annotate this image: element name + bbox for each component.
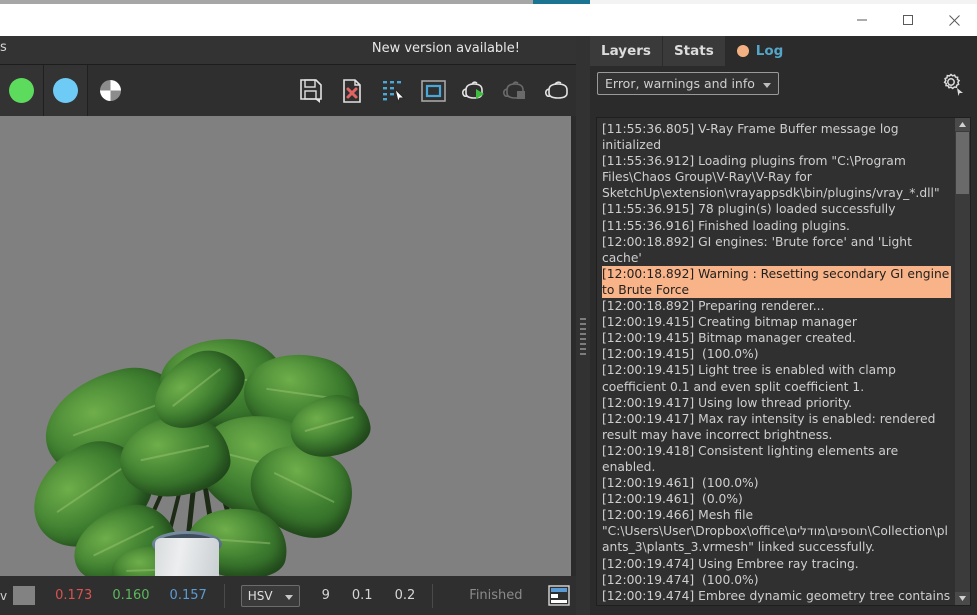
log-line: [12:00:19.466] Mesh file "C:\Users\User\…	[602, 508, 948, 555]
pixel-color-swatch	[13, 586, 36, 605]
channel-alpha-color-button[interactable]	[44, 65, 88, 116]
vfb-menubar: s New version available!	[0, 36, 580, 65]
log-line: [12:00:19.417] Max ray intensity is enab…	[602, 411, 940, 442]
gear-icon[interactable]	[940, 72, 966, 96]
frame-region-button[interactable]	[413, 65, 454, 116]
statusbar-value-1: 9	[321, 588, 330, 603]
chevron-down-icon	[284, 589, 293, 603]
render-stop-button[interactable]	[495, 65, 536, 116]
close-button[interactable]	[931, 4, 977, 36]
green-dot-icon	[9, 78, 34, 103]
pie-contrast-icon	[99, 80, 121, 101]
panel-tabs: Layers Stats Log	[590, 36, 796, 66]
log-line: [12:00:19.415] Bitmap manager created.	[602, 331, 856, 346]
log-line: [12:00:18.892] Preparing renderer...	[602, 299, 825, 314]
vfb-statusbar: v 0.173 0.160 0.157 HSV 9 0.1 0.2 Finish…	[0, 576, 580, 615]
pixel-green-value: 0.160	[112, 588, 150, 603]
log-status-dot-icon	[736, 45, 749, 57]
log-line: [12:00:19.415] (100.0%)	[602, 347, 759, 362]
rendered-image-monstera-plant	[0, 116, 571, 576]
plant-pot	[155, 538, 219, 576]
file-delete-icon	[341, 78, 363, 104]
new-version-notice[interactable]: New version available!	[372, 41, 520, 56]
log-line: [11:55:36.915] 78 plugin(s) loaded succe…	[602, 202, 896, 217]
log-line: [12:00:19.415] Creating bitmap manager	[602, 315, 857, 330]
render-start-button[interactable]	[454, 65, 495, 116]
chevron-down-icon	[762, 76, 771, 91]
active-tab-indicator	[533, 0, 590, 4]
render-history-icon[interactable]	[547, 585, 571, 606]
tab-log-label: Log	[755, 43, 784, 59]
marquee-select-icon	[381, 78, 405, 104]
tab-stats-label: Stats	[673, 43, 714, 59]
log-output-box[interactable]: [11:55:36.805] V-Ray Frame Buffer messag…	[596, 117, 971, 606]
region-render-button[interactable]	[372, 65, 413, 116]
scroll-up-icon[interactable]	[955, 118, 970, 131]
log-lines-container: [11:55:36.805] V-Ray Frame Buffer messag…	[597, 118, 955, 605]
log-line: [12:00:19.474] Using Embree ray tracing.	[602, 556, 859, 571]
log-filter-bar: Error, warnings and info	[590, 66, 977, 106]
log-line: [11:55:36.805] V-Ray Frame Buffer messag…	[602, 122, 903, 153]
toggle-alpha-button[interactable]	[88, 65, 132, 116]
render-status-text: Finished	[469, 588, 523, 603]
toolbar-action-group	[290, 65, 577, 116]
log-line: [12:00:19.474] (100.0%)	[602, 572, 759, 587]
teapot-stop-icon	[502, 78, 530, 104]
render-last-button[interactable]	[536, 65, 577, 116]
log-panel: Layers Stats Log Error, warnings and inf…	[590, 36, 977, 615]
log-line: [12:00:19.461] (100.0%)	[602, 476, 759, 491]
window-controls	[839, 4, 977, 36]
vfb-toolbar	[0, 65, 580, 116]
log-line: [12:00:18.892] GI engines: 'Brute force'…	[602, 234, 916, 265]
maximize-button[interactable]	[885, 4, 931, 36]
pixel-blue-value: 0.157	[169, 588, 207, 603]
render-viewport[interactable]	[0, 116, 571, 576]
os-window-chrome	[0, 0, 977, 36]
minimize-button[interactable]	[839, 4, 885, 36]
log-line: [12:00:19.418] Consistent lighting eleme…	[602, 443, 903, 474]
log-level-filter-value: Error, warnings and info	[605, 76, 755, 91]
log-line: [12:00:18.892] Warning : Resetting secon…	[602, 265, 954, 299]
log-line: [12:00:19.415] Light tree is enabled wit…	[602, 363, 900, 394]
log-line: [12:00:19.417] Using low thread priority…	[602, 395, 853, 410]
log-line: [12:00:19.461] (0.0%)	[602, 492, 743, 507]
log-scrollbar[interactable]	[955, 118, 970, 605]
splitter-grip-icon	[580, 318, 586, 358]
vray-frame-buffer-panel: s New version available! v 0.173 0.160 0…	[0, 36, 580, 615]
teapot-play-icon	[461, 78, 489, 104]
tab-layers-label: Layers	[601, 43, 651, 59]
statusbar-value-2: 0.1	[351, 588, 373, 603]
menu-item-fragment[interactable]: s	[0, 40, 7, 55]
pixel-red-value: 0.173	[55, 588, 93, 603]
statusbar-divider	[223, 583, 225, 608]
teapot-icon	[543, 78, 571, 104]
panel-splitter[interactable]	[576, 36, 590, 615]
clear-image-button[interactable]	[331, 65, 372, 116]
log-level-filter-select[interactable]: Error, warnings and info	[597, 72, 779, 95]
statusbar-value-3: 0.2	[394, 588, 416, 603]
color-space-value: HSV	[247, 588, 273, 603]
log-line: [12:00:19.474] Embree dynamic geometry t…	[602, 588, 951, 605]
frame-box-icon	[420, 78, 447, 104]
save-image-button[interactable]	[290, 65, 331, 116]
tab-stats[interactable]: Stats	[662, 36, 726, 66]
scroll-down-icon[interactable]	[955, 592, 970, 605]
channel-rgb-color-button[interactable]	[0, 65, 44, 116]
tab-log[interactable]: Log	[725, 36, 796, 66]
floppy-save-icon	[299, 78, 323, 104]
toolbar-channel-group	[0, 65, 132, 116]
statusbar-mode-fragment: v	[0, 588, 8, 603]
application-window: s New version available! v 0.173 0.160 0…	[0, 0, 977, 615]
blue-dot-icon	[53, 78, 78, 103]
log-line: [11:55:36.912] Loading plugins from "C:\…	[602, 154, 940, 201]
tab-layers[interactable]: Layers	[590, 36, 663, 66]
scrollbar-thumb[interactable]	[956, 132, 969, 194]
statusbar-divider-2	[432, 583, 434, 608]
color-space-select[interactable]: HSV	[240, 584, 300, 607]
log-line: [11:55:36.916] Finished loading plugins.	[602, 218, 850, 233]
